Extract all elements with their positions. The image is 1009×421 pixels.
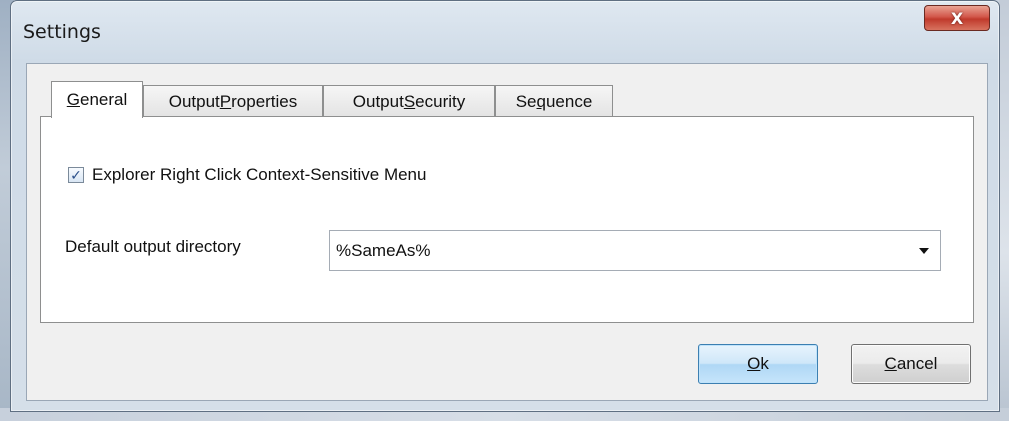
tab-output-properties-accel: P xyxy=(219,91,232,111)
window-title: Settings xyxy=(23,21,101,43)
tab-sequence-accel: q xyxy=(536,91,546,111)
tab-general-accel: G xyxy=(66,90,80,109)
cancel-button-accel: C xyxy=(884,354,897,373)
cancel-button[interactable]: Cancel xyxy=(851,344,971,384)
chevron-down-icon[interactable] xyxy=(908,247,940,254)
checkmark-icon: ✓ xyxy=(70,167,82,183)
output-directory-value: %SameAs% xyxy=(336,240,431,260)
tab-output-properties[interactable]: Output Properties xyxy=(143,85,323,117)
tab-output-security-accel: S xyxy=(403,91,416,111)
tab-general[interactable]: General xyxy=(51,81,143,118)
tab-sequence[interactable]: Se q uence xyxy=(495,85,613,117)
context-menu-option[interactable]: ✓ Explorer Right Click Context-Sensitive… xyxy=(68,165,426,185)
close-icon: X xyxy=(950,8,964,28)
context-menu-checkbox-label[interactable]: Explorer Right Click Context-Sensitive M… xyxy=(92,165,426,185)
ok-button[interactable]: Ok xyxy=(698,344,818,384)
output-directory-dropdown[interactable]: %SameAs% xyxy=(329,230,941,271)
close-button[interactable]: X xyxy=(924,5,990,31)
ok-button-accel: O xyxy=(747,354,761,373)
context-menu-checkbox[interactable]: ✓ xyxy=(68,167,84,183)
output-directory-label: Default output directory xyxy=(65,237,241,256)
dropdown-arrow-shape xyxy=(919,247,929,254)
background-right-edge xyxy=(999,0,1009,421)
tab-output-security[interactable]: Output Security xyxy=(323,85,495,117)
settings-dialog: Settings X General Output Properties Out… xyxy=(10,0,1000,412)
dialog-client-area: General Output Properties Output Securit… xyxy=(26,63,988,401)
general-tab-panel: ✓ Explorer Right Click Context-Sensitive… xyxy=(40,116,974,323)
